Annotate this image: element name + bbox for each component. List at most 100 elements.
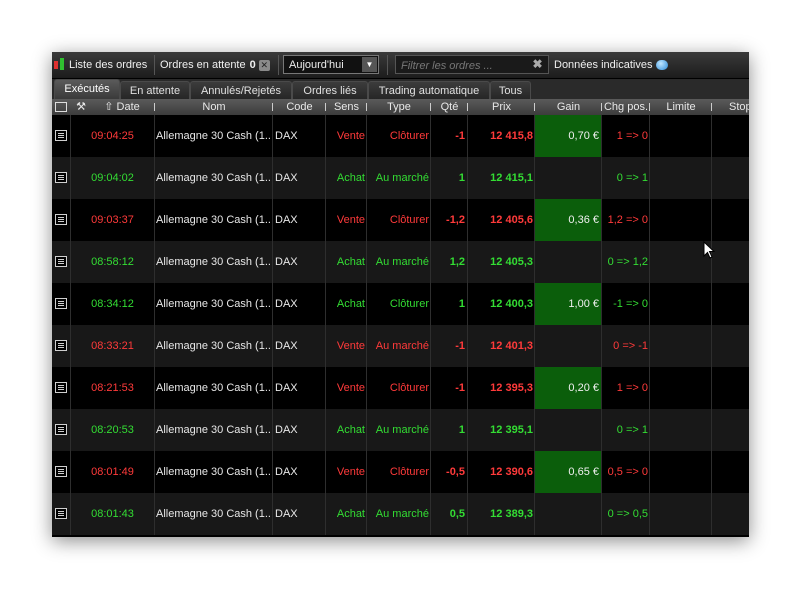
order-detail-icon[interactable] — [52, 493, 71, 535]
cell-chg-pos: 0 => 1,2 — [602, 241, 650, 283]
tab-executes[interactable]: Exécutés — [54, 79, 120, 99]
order-detail-icon[interactable] — [52, 241, 71, 283]
close-icon[interactable]: ✕ — [258, 59, 270, 71]
tab-trading-automatique[interactable]: Trading automatique — [368, 81, 490, 99]
orders-list-button[interactable]: Liste des ordres — [69, 52, 147, 78]
document-icon[interactable] — [55, 298, 67, 309]
table-row[interactable]: 08:34:12 Allemagne 30 Cash (1... DAX Achat C… — [52, 283, 749, 325]
cell-name: Allemagne 30 Cash (1... — [155, 283, 273, 325]
order-detail-icon[interactable] — [52, 283, 71, 325]
table-row[interactable]: 09:04:02 Allemagne 30 Cash (1... DAX Achat A… — [52, 157, 749, 199]
table-row[interactable]: 09:03:37 Allemagne 30 Cash (1... DAX Vente C… — [52, 199, 749, 241]
table-row[interactable]: 08:01:49 Allemagne 30 Cash (1... DAX Vente C… — [52, 451, 749, 493]
tab-tous[interactable]: Tous — [490, 81, 531, 99]
document-icon[interactable] — [55, 382, 67, 393]
period-select[interactable]: Aujourd'hui ▼ — [283, 55, 379, 74]
cell-prix: 12 415,1 — [468, 157, 535, 199]
col-type[interactable]: Type — [367, 99, 431, 115]
document-icon[interactable] — [55, 172, 67, 183]
cell-type: Clôturer — [367, 115, 431, 157]
cell-stop — [712, 367, 749, 409]
order-detail-icon[interactable] — [52, 115, 71, 157]
tab-ordres-lies[interactable]: Ordres liés — [292, 81, 368, 99]
cell-code: DAX — [273, 283, 326, 325]
clear-filter-icon[interactable]: ✖ — [531, 58, 544, 71]
cell-sens: Vente — [326, 325, 367, 367]
cell-sens: Achat — [326, 493, 367, 535]
col-date[interactable]: ⇧ Date — [92, 99, 152, 115]
cell-gain — [535, 325, 602, 367]
cell-date: 08:33:21 — [71, 325, 155, 367]
order-detail-icon[interactable] — [52, 157, 71, 199]
cell-stop — [712, 325, 749, 367]
cell-sens: Achat — [326, 241, 367, 283]
cell-qte: 1,2 — [431, 241, 468, 283]
cell-limite — [650, 493, 712, 535]
cell-chg-pos: -1 => 0 — [602, 283, 650, 325]
col-prix[interactable]: Prix — [468, 99, 535, 115]
order-detail-icon[interactable] — [52, 451, 71, 493]
indicative-data-label: Données indicatives — [554, 59, 653, 71]
cell-sens: Achat — [326, 157, 367, 199]
cell-prix: 12 395,1 — [468, 409, 535, 451]
cell-code: DAX — [273, 409, 326, 451]
document-icon[interactable] — [55, 340, 67, 351]
table-row[interactable]: 08:58:12 Allemagne 30 Cash (1... DAX Achat A… — [52, 241, 749, 283]
wrench-icon[interactable]: ⚒ — [74, 99, 88, 115]
document-icon[interactable] — [55, 130, 67, 141]
pending-orders-button[interactable]: Ordres en attente 0 ✕ — [160, 52, 270, 78]
cell-prix: 12 389,3 — [468, 493, 535, 535]
indicative-data[interactable]: Données indicatives — [554, 52, 669, 78]
cell-qte: -1,2 — [431, 199, 468, 241]
mouse-cursor-icon — [703, 241, 715, 259]
cell-limite — [650, 157, 712, 199]
cell-name: Allemagne 30 Cash (1... — [155, 325, 273, 367]
table-row[interactable]: 08:33:21 Allemagne 30 Cash (1... DAX Vente A… — [52, 325, 749, 367]
order-detail-icon[interactable] — [52, 367, 71, 409]
tab-en-attente[interactable]: En attente — [120, 81, 190, 99]
cell-name: Allemagne 30 Cash (1... — [155, 367, 273, 409]
col-limite[interactable]: Limite — [650, 99, 712, 115]
cell-name: Allemagne 30 Cash (1... — [155, 451, 273, 493]
filter-input[interactable] — [399, 57, 533, 74]
cell-qte: 1 — [431, 283, 468, 325]
table-row[interactable]: 08:20:53 Allemagne 30 Cash (1... DAX Achat A… — [52, 409, 749, 451]
col-code[interactable]: Code — [273, 99, 326, 115]
document-icon[interactable] — [55, 256, 67, 267]
cell-stop — [712, 493, 749, 535]
col-sens[interactable]: Sens — [326, 99, 367, 115]
table-options-icon[interactable] — [54, 99, 68, 115]
cell-gain: 1,00 € — [535, 283, 602, 325]
table-row[interactable]: 08:01:43 Allemagne 30 Cash (1... DAX Achat A… — [52, 493, 749, 535]
col-chg-pos[interactable]: Chg pos. — [602, 99, 650, 115]
cell-qte: -1 — [431, 367, 468, 409]
candlestick-icon — [54, 58, 66, 72]
order-detail-icon[interactable] — [52, 199, 71, 241]
chevron-down-icon[interactable]: ▼ — [362, 57, 377, 72]
order-detail-icon[interactable] — [52, 325, 71, 367]
cell-limite — [650, 283, 712, 325]
cell-qte: -1 — [431, 325, 468, 367]
cell-stop — [712, 115, 749, 157]
tab-annules-rejetes[interactable]: Annulés/Rejetés — [190, 81, 292, 99]
cell-code: DAX — [273, 199, 326, 241]
table-row[interactable]: 09:04:25 Allemagne 30 Cash (1... DAX Vente C… — [52, 115, 749, 157]
col-gain[interactable]: Gain — [535, 99, 602, 115]
cell-code: DAX — [273, 367, 326, 409]
chat-bubble-icon[interactable] — [656, 60, 669, 71]
pending-orders-label: Ordres en attente — [160, 59, 246, 71]
document-icon[interactable] — [55, 466, 67, 477]
document-icon[interactable] — [55, 508, 67, 519]
cell-limite — [650, 367, 712, 409]
col-qte[interactable]: Qté — [431, 99, 468, 115]
document-icon[interactable] — [55, 214, 67, 225]
cell-chg-pos: 1 => 0 — [602, 115, 650, 157]
col-nom[interactable]: Nom — [155, 99, 273, 115]
cell-date: 08:01:49 — [71, 451, 155, 493]
order-detail-icon[interactable] — [52, 409, 71, 451]
col-stop[interactable]: Stop — [712, 99, 749, 115]
cell-stop — [712, 451, 749, 493]
table-row[interactable]: 08:21:53 Allemagne 30 Cash (1... DAX Vente C… — [52, 367, 749, 409]
document-icon[interactable] — [55, 424, 67, 435]
pending-count: 0 — [249, 59, 256, 71]
